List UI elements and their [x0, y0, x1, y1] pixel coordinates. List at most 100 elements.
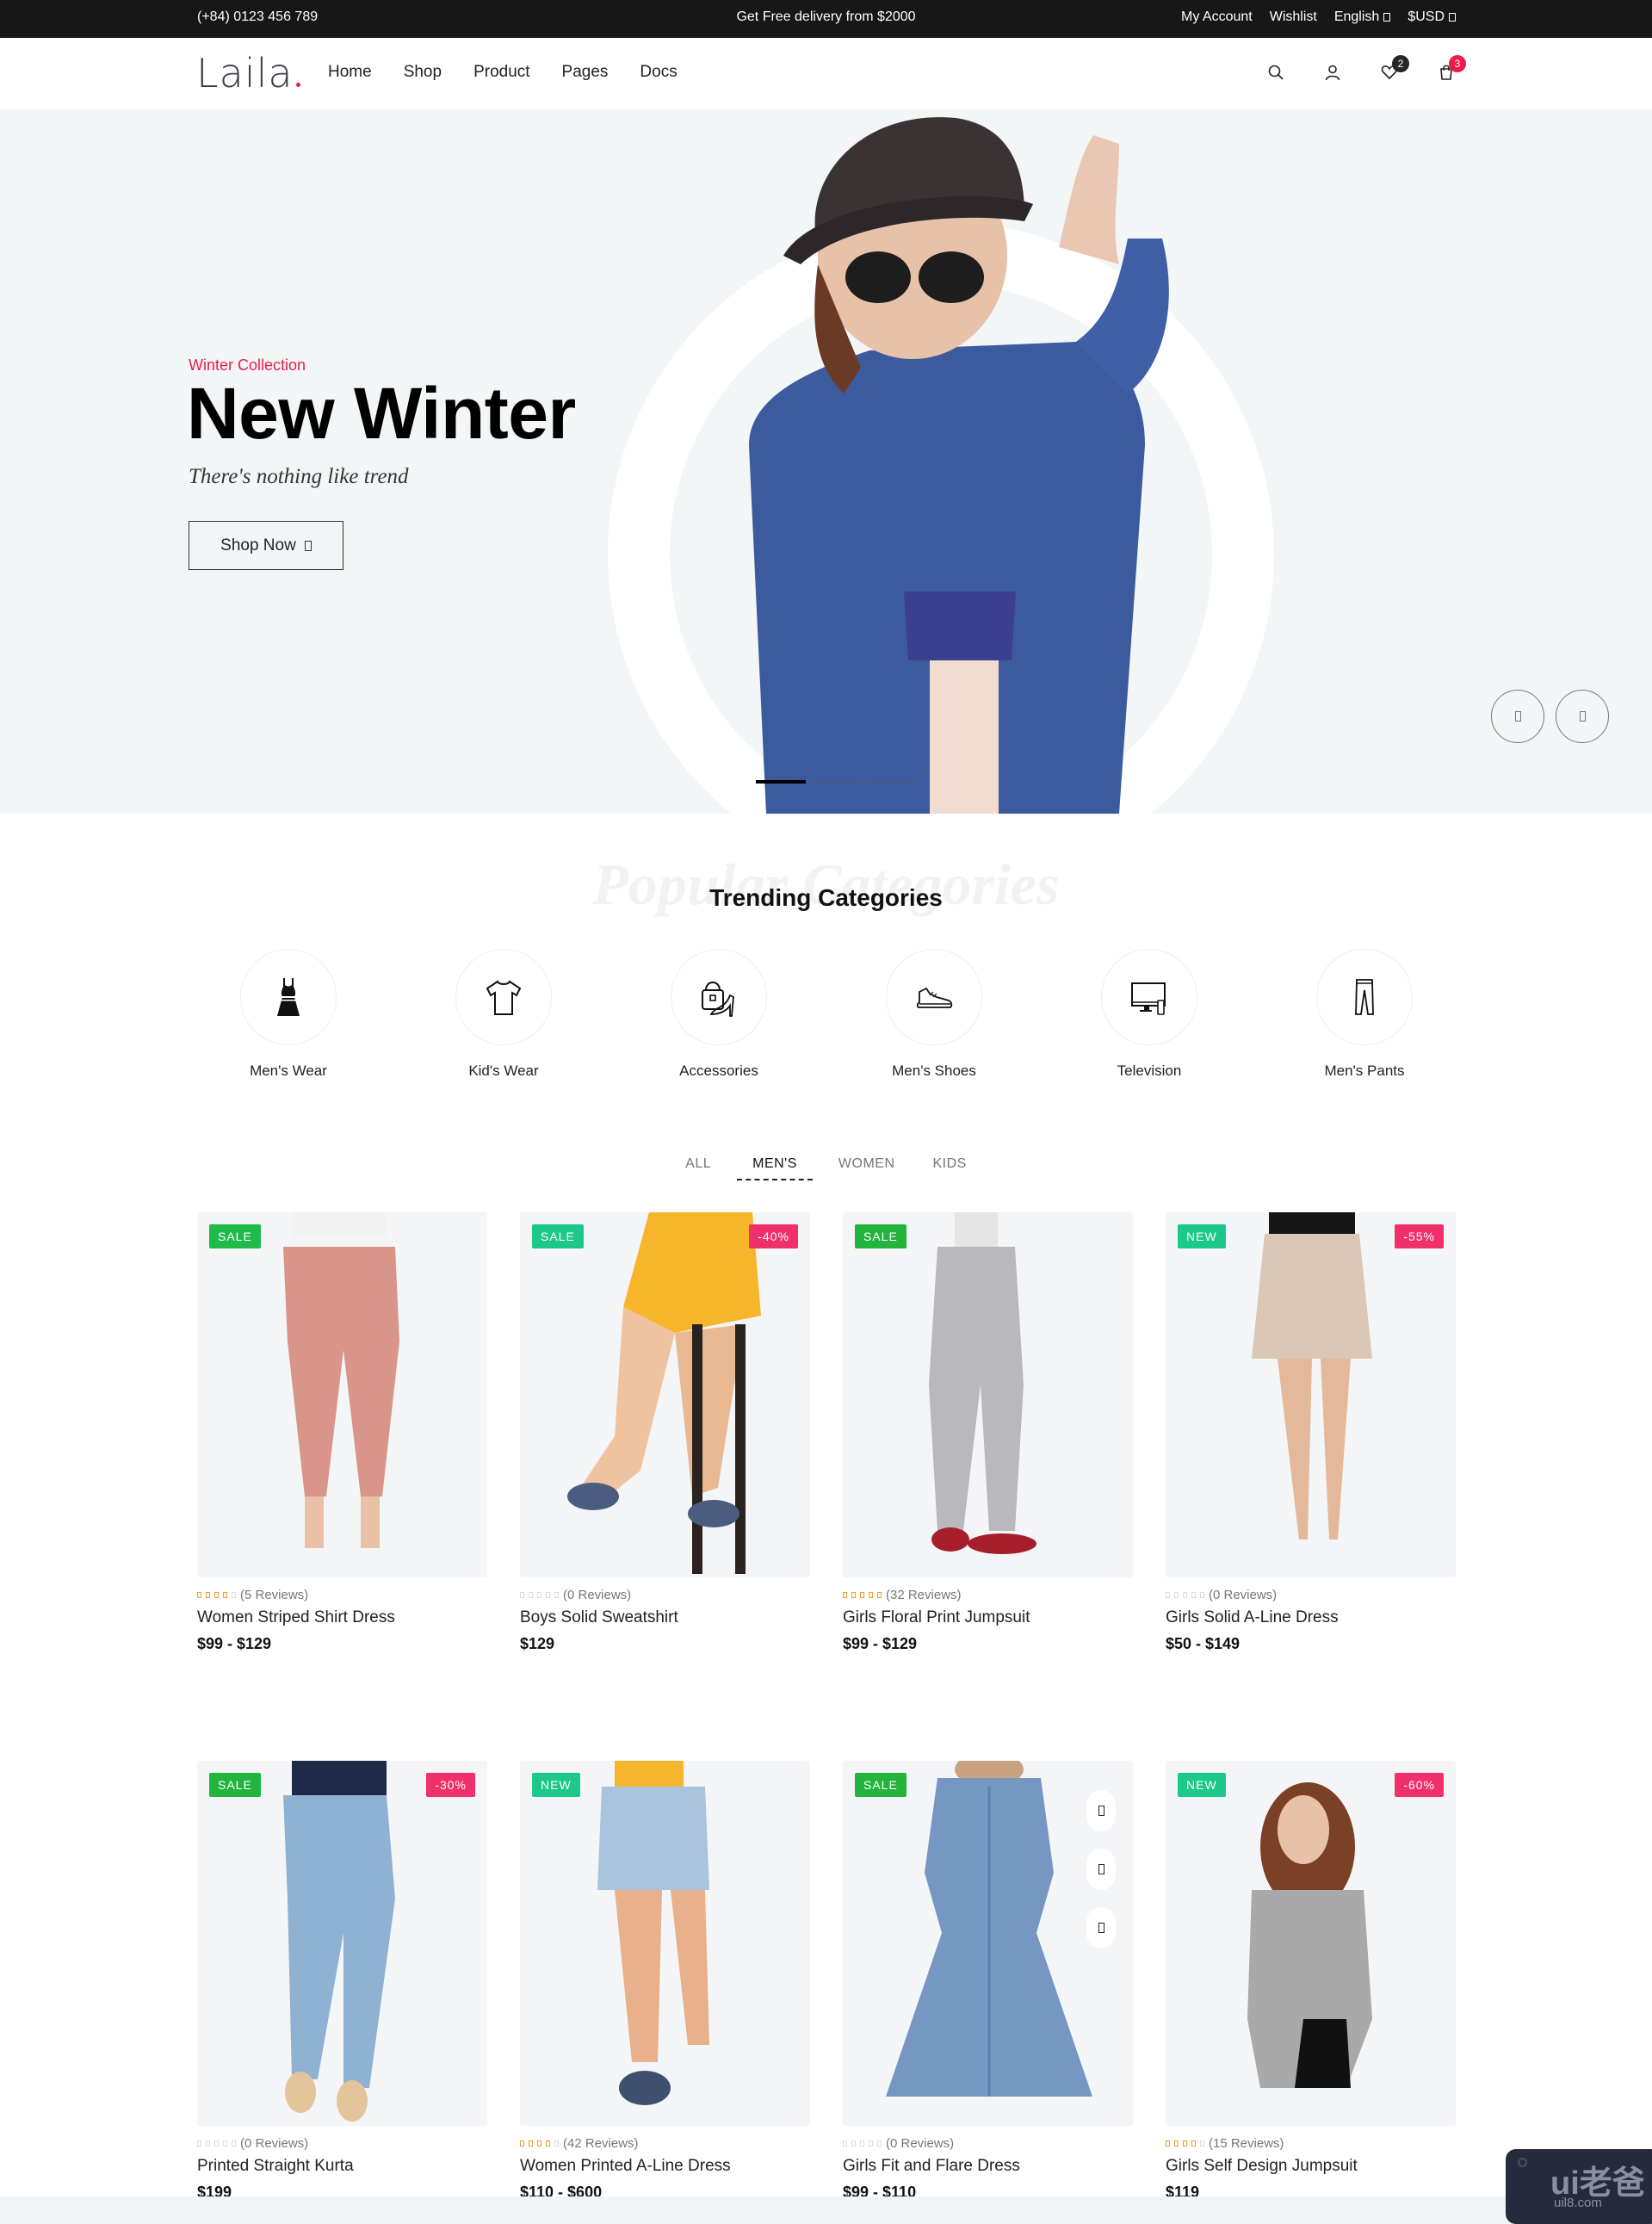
discount-badge: -55%: [1395, 1224, 1444, 1248]
product-image[interactable]: SALE -40%: [520, 1212, 810, 1577]
star-icon: [877, 2140, 882, 2147]
nav-pages[interactable]: Pages: [562, 63, 609, 82]
discount-badge: -60%: [1395, 1773, 1444, 1797]
category-kids-wear[interactable]: Kid's Wear: [413, 949, 594, 1080]
category-label: Kid's Wear: [468, 1062, 539, 1079]
tv-icon: [1131, 982, 1166, 1015]
tab-mens[interactable]: MEN'S: [737, 1156, 813, 1180]
category-mens-shoes[interactable]: Men's Shoes: [844, 949, 1024, 1080]
product-card[interactable]: NEW -60% (15 Reviews) Girls Self Design Jum…: [1166, 1761, 1456, 2202]
sale-badge: SALE: [855, 1224, 906, 1248]
category-label: Accessories: [679, 1062, 758, 1079]
product-rating: (0 Reviews): [520, 1588, 810, 1602]
nav-docs[interactable]: Docs: [640, 63, 677, 82]
account-button[interactable]: [1323, 62, 1342, 83]
tab-all[interactable]: ALL: [685, 1156, 711, 1180]
product-image[interactable]: NEW: [520, 1761, 810, 2126]
product-name[interactable]: Printed Straight Kurta: [197, 2157, 487, 2176]
star-icon: [529, 2140, 533, 2147]
star-icon: [877, 1592, 882, 1598]
category-mens-pants[interactable]: Men's Pants: [1274, 949, 1455, 1080]
pants-icon: [1355, 979, 1374, 1015]
sale-badge: SALE: [855, 1773, 906, 1797]
star-icon: [520, 2140, 524, 2147]
search-icon: [1268, 65, 1284, 80]
product-name[interactable]: Girls Solid A-Line Dress: [1166, 1608, 1456, 1627]
quick-view-button[interactable]: [1086, 1907, 1116, 1948]
product-image[interactable]: SALE: [843, 1761, 1133, 2126]
product-card[interactable]: NEW (42 Reviews) Women Printed A-Line Dres…: [520, 1761, 810, 2202]
language-selector[interactable]: English: [1334, 9, 1391, 25]
product-card[interactable]: SALE (32 Reviews) Girls Floral Print Jumps…: [843, 1212, 1133, 1653]
star-icon: [537, 1592, 541, 1598]
product-rating: (32 Reviews): [843, 1588, 1133, 1602]
nav-product[interactable]: Product: [473, 63, 529, 82]
slider-prev-button[interactable]: [1491, 690, 1544, 743]
product-name[interactable]: Girls Self Design Jumpsuit: [1166, 2157, 1456, 2176]
nav-home[interactable]: Home: [328, 63, 372, 82]
slide-indicator-2[interactable]: [811, 781, 861, 783]
product-photo: [567, 1212, 761, 1574]
star-icon: [843, 1592, 847, 1598]
compare-button[interactable]: [1086, 1849, 1116, 1890]
cart-button[interactable]: 3: [1437, 55, 1466, 83]
product-card[interactable]: SALE -30% (0 Reviews) Printed Straight Kurt…: [197, 1761, 487, 2202]
star-icon: [869, 2140, 873, 2147]
wishlist-button[interactable]: 2: [1380, 55, 1409, 83]
category-mens-wear[interactable]: Men's Wear: [198, 949, 379, 1080]
chevron-left-icon: [1514, 711, 1521, 722]
star-icon: [529, 1592, 533, 1598]
star-icon: [223, 2140, 227, 2147]
quick-view-icon: [1098, 1923, 1104, 1933]
star-icon: [537, 2140, 541, 2147]
product-name[interactable]: Women Printed A-Line Dress: [520, 2157, 810, 2176]
new-badge: NEW: [532, 1773, 580, 1797]
slide-indicator-1[interactable]: [756, 780, 806, 784]
wishlist-button[interactable]: [1086, 1790, 1116, 1831]
tshirt-icon: [486, 980, 522, 1015]
product-card[interactable]: NEW -55% (0 Reviews) Girls Solid A-Line Dre…: [1166, 1212, 1456, 1653]
my-account-link[interactable]: My Account: [1181, 9, 1253, 25]
star-icon: [1174, 2140, 1179, 2147]
product-image[interactable]: NEW -60%: [1166, 1761, 1456, 2126]
star-icon: [546, 2140, 550, 2147]
hero-tagline: There's nothing like trend: [189, 465, 409, 488]
product-name[interactable]: Girls Fit and Flare Dress: [843, 2157, 1133, 2176]
shop-now-button[interactable]: Shop Now: [189, 521, 343, 570]
product-card[interactable]: SALE (0 Reviews) Girls Fit and Flare Dress…: [843, 1761, 1133, 2202]
product-image[interactable]: SALE -30%: [197, 1761, 487, 2126]
category-accessories[interactable]: Accessories: [628, 949, 809, 1080]
star-icon: [197, 1592, 201, 1598]
discount-badge: -40%: [749, 1224, 798, 1248]
product-rating: (0 Reviews): [197, 2136, 487, 2151]
tab-women[interactable]: WOMEN: [838, 1156, 895, 1180]
star-icon: [869, 1592, 873, 1598]
star-icon: [1191, 1592, 1196, 1598]
product-card[interactable]: SALE -40% (0 Reviews) Boys Solid Sweatshirt…: [520, 1212, 810, 1653]
product-card[interactable]: SALE (5 Reviews) Women Striped Shirt Dress…: [197, 1212, 487, 1653]
category-label: Men's Shoes: [892, 1062, 976, 1079]
tab-kids[interactable]: KIDS: [933, 1156, 967, 1180]
search-button[interactable]: [1266, 62, 1285, 83]
star-icon: [1200, 1592, 1204, 1598]
product-name[interactable]: Boys Solid Sweatshirt: [520, 1608, 810, 1627]
product-image[interactable]: SALE: [197, 1212, 487, 1577]
star-icon: [1166, 2140, 1170, 2147]
logo[interactable]: Laila: [196, 50, 300, 96]
product-name[interactable]: Women Striped Shirt Dress: [197, 1608, 487, 1627]
nav-shop[interactable]: Shop: [404, 63, 442, 82]
slider-next-button[interactable]: [1556, 690, 1609, 743]
product-name[interactable]: Girls Floral Print Jumpsuit: [843, 1608, 1133, 1627]
category-television[interactable]: Television: [1059, 949, 1240, 1080]
currency-selector[interactable]: $USD: [1408, 9, 1456, 25]
category-icon-circle: [455, 949, 552, 1045]
wishlist-link[interactable]: Wishlist: [1270, 9, 1317, 25]
chevron-right-icon: [1579, 711, 1586, 722]
product-image[interactable]: SALE: [843, 1212, 1133, 1577]
product-rating: (15 Reviews): [1166, 2136, 1456, 2151]
slide-indicator-3[interactable]: [866, 781, 916, 783]
product-image[interactable]: NEW -55%: [1166, 1212, 1456, 1577]
star-icon: [554, 1592, 559, 1598]
star-icon: [520, 1592, 524, 1598]
review-count: (0 Reviews): [240, 2136, 309, 2151]
